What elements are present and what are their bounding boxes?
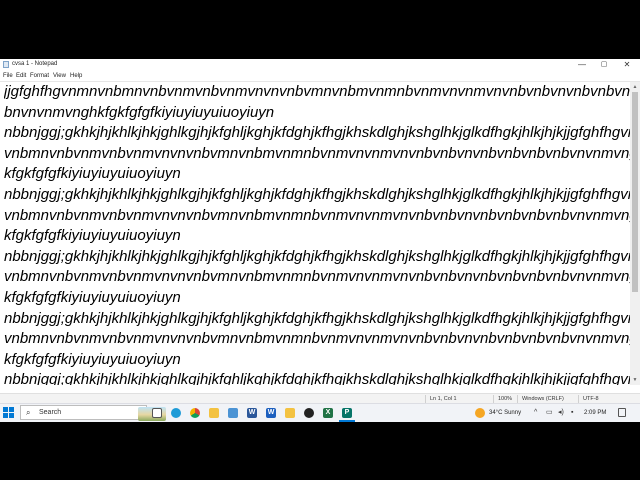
status-divider (517, 395, 518, 403)
menu-format[interactable]: Format (30, 72, 49, 80)
task-view-icon[interactable] (152, 408, 162, 418)
volume-icon[interactable]: ◂) (558, 409, 564, 417)
menu-bar: File Edit Format View Help (0, 71, 640, 82)
taskbar-search[interactable]: ⌕ Search (20, 405, 166, 421)
text-editor[interactable]: jjgfghfhgvnmnvnbmnvnbvnmvnbvnmvnvnvnbvmn… (0, 82, 630, 385)
cursor-position: Ln 1, Col 1 (430, 396, 457, 402)
windows-start-icon[interactable] (3, 407, 15, 419)
window-title: cvsa 1 - Notepad (12, 61, 58, 67)
media-icon[interactable] (304, 408, 314, 418)
language-icon[interactable]: ▪ (571, 409, 573, 417)
word-icon[interactable]: W (247, 408, 257, 418)
chevron-up-icon[interactable]: ^ (534, 409, 537, 417)
weather-widget[interactable]: 34°C Sunny (489, 409, 521, 417)
menu-help[interactable]: Help (70, 72, 82, 80)
search-icon: ⌕ (26, 408, 31, 417)
title-bar[interactable]: cvsa 1 - Notepad — ▢ ✕ (0, 59, 640, 71)
menu-edit[interactable]: Edit (16, 72, 26, 80)
taskbar: ⌕ Search W W X P 34°C Sunny ^ ▭ ◂) ▪ 2:0… (0, 403, 640, 422)
status-divider (578, 395, 579, 403)
network-icon[interactable]: ▭ (546, 409, 553, 417)
word-icon[interactable]: W (266, 408, 276, 418)
line-ending: Windows (CRLF) (522, 396, 564, 402)
scroll-thumb[interactable] (632, 92, 638, 292)
publisher-icon[interactable]: P (342, 408, 352, 418)
minimize-button[interactable]: — (571, 59, 593, 71)
scroll-up-icon[interactable]: ▲ (630, 82, 640, 92)
encoding: UTF-8 (583, 396, 599, 402)
notification-icon[interactable] (618, 408, 626, 417)
notepad-icon (3, 61, 9, 68)
scroll-down-icon[interactable]: ▼ (630, 375, 640, 385)
store-icon[interactable] (228, 408, 238, 418)
system-clock[interactable]: 2:09 PM (584, 409, 606, 417)
menu-view[interactable]: View (53, 72, 66, 80)
close-button[interactable]: ✕ (616, 59, 638, 71)
sun-icon[interactable] (475, 408, 485, 418)
maximize-button[interactable]: ▢ (593, 59, 615, 71)
file-explorer-icon[interactable] (285, 408, 295, 418)
status-divider (425, 395, 426, 403)
zoom-level: 100% (498, 396, 513, 402)
search-placeholder: Search (39, 409, 62, 416)
edge-icon[interactable] (171, 408, 181, 418)
screen-frame: cvsa 1 - Notepad — ▢ ✕ File Edit Format … (0, 59, 640, 422)
menu-file[interactable]: File (3, 72, 13, 80)
active-app-indicator (339, 420, 355, 422)
excel-icon[interactable]: X (323, 408, 333, 418)
editor-content[interactable]: jjgfghfhgvnmnvnbmnvnbvnmvnbvnmvnvnvnbvmn… (4, 82, 630, 385)
chrome-icon[interactable] (190, 408, 200, 418)
file-explorer-icon[interactable] (209, 408, 219, 418)
status-divider (493, 395, 494, 403)
vertical-scrollbar[interactable]: ▲ ▼ (630, 82, 640, 385)
